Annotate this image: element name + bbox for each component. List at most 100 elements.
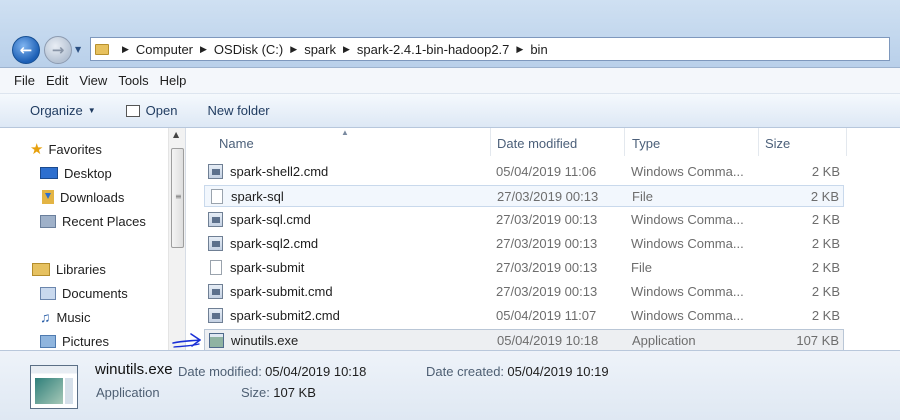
open-label: Open xyxy=(145,103,178,118)
file-size: 2 KB xyxy=(811,260,840,275)
command-bar: Organize ▼ Open New folder xyxy=(0,94,900,128)
details-value: 107 KB xyxy=(273,385,316,400)
address-toolbar: ← → ▼ ▶ Computer ▶ OSDisk (C:) ▶ spark ▶… xyxy=(0,0,900,68)
file-type: Windows Comma... xyxy=(631,212,744,227)
file-size: 2 KB xyxy=(811,236,840,251)
nav-label: Recent Places xyxy=(62,213,146,229)
chevron-right-icon[interactable]: ▶ xyxy=(516,44,523,55)
file-list: ▲ Name Date modified Type Size spark-she… xyxy=(186,128,900,351)
file-size: 107 KB xyxy=(796,333,839,348)
cmd-file-icon xyxy=(208,164,223,179)
menu-tools[interactable]: Tools xyxy=(118,73,148,88)
file-row-selected[interactable]: winutils.exe 05/04/2019 10:18 Applicatio… xyxy=(204,329,844,351)
chevron-right-icon[interactable]: ▶ xyxy=(200,44,207,55)
organize-label: Organize xyxy=(30,103,83,118)
grip-icon: ≡ xyxy=(175,192,182,201)
cmd-file-icon xyxy=(208,308,223,323)
column-header-name[interactable]: Name xyxy=(219,136,254,151)
details-date-modified: Date modified: 05/04/2019 10:18 xyxy=(178,364,366,379)
back-button[interactable]: ← xyxy=(12,36,40,64)
file-size: 2 KB xyxy=(811,284,840,299)
file-type: Windows Comma... xyxy=(631,164,744,179)
details-size: Size: 107 KB xyxy=(241,385,316,400)
file-type: File xyxy=(631,260,652,275)
scroll-up-arrow-icon[interactable]: ▲ xyxy=(173,130,179,139)
menu-file[interactable]: File xyxy=(14,73,35,88)
file-row[interactable]: spark-shell2.cmd 05/04/2019 11:06 Window… xyxy=(204,161,844,183)
file-row[interactable]: spark-sql.cmd 27/03/2019 00:13 Windows C… xyxy=(204,209,844,231)
file-name: spark-submit xyxy=(230,260,305,275)
open-button[interactable]: Open xyxy=(125,103,178,118)
file-name: winutils.exe xyxy=(231,333,299,348)
column-divider[interactable] xyxy=(758,128,759,156)
pictures-icon xyxy=(40,334,56,348)
column-header-type[interactable]: Type xyxy=(632,136,660,151)
navigation-scrollbar[interactable]: ▲ ≡ xyxy=(168,128,185,350)
nav-recent-places[interactable]: Recent Places xyxy=(40,210,146,232)
file-date: 05/04/2019 11:07 xyxy=(496,308,597,323)
details-label: Size: xyxy=(241,385,270,400)
chevron-right-icon[interactable]: ▶ xyxy=(122,44,129,55)
file-name: spark-sql xyxy=(231,189,284,204)
file-row[interactable]: spark-submit 27/03/2019 00:13 File 2 KB xyxy=(204,257,844,279)
recent-places-icon xyxy=(40,214,56,228)
nav-libraries[interactable]: Libraries xyxy=(32,258,106,280)
file-type: Windows Comma... xyxy=(631,284,744,299)
recent-pages-button[interactable]: ▼ xyxy=(75,45,81,54)
file-row[interactable]: spark-submit2.cmd 05/04/2019 11:07 Windo… xyxy=(204,305,844,327)
nav-music[interactable]: ♫ Music xyxy=(40,306,90,328)
column-divider[interactable] xyxy=(846,128,847,156)
file-size: 2 KB xyxy=(811,308,840,323)
file-icon xyxy=(211,189,223,204)
new-folder-button[interactable]: New folder xyxy=(207,103,269,118)
nav-pictures[interactable]: Pictures xyxy=(40,330,109,352)
menu-edit[interactable]: Edit xyxy=(46,73,68,88)
file-row[interactable]: spark-sql 27/03/2019 00:13 File 2 KB xyxy=(204,185,844,207)
star-icon: ★ xyxy=(30,141,44,158)
breadcrumb-spark-dist[interactable]: spark-2.4.1-bin-hadoop2.7 xyxy=(357,42,510,57)
file-date: 27/03/2019 00:13 xyxy=(496,236,598,251)
cmd-file-icon xyxy=(208,236,223,251)
breadcrumb-spark[interactable]: spark xyxy=(304,42,336,57)
file-size: 2 KB xyxy=(811,164,840,179)
forward-button[interactable]: → xyxy=(44,36,72,64)
details-file-name: winutils.exe xyxy=(95,361,173,378)
column-divider[interactable] xyxy=(490,128,491,156)
file-type: Application xyxy=(632,333,696,348)
cmd-file-icon xyxy=(208,284,223,299)
file-date: 27/03/2019 00:13 xyxy=(496,212,598,227)
nav-downloads[interactable]: Downloads xyxy=(42,186,124,208)
column-header-date[interactable]: Date modified xyxy=(497,136,577,151)
folder-icon xyxy=(95,43,109,55)
nav-desktop[interactable]: Desktop xyxy=(40,162,112,184)
chevron-right-icon[interactable]: ▶ xyxy=(343,44,350,55)
nav-label: Downloads xyxy=(60,189,125,205)
breadcrumb-bin[interactable]: bin xyxy=(530,42,547,57)
column-header-size[interactable]: Size xyxy=(765,136,790,151)
application-large-icon xyxy=(30,365,78,409)
breadcrumb-osdisk[interactable]: OSDisk (C:) xyxy=(214,42,283,57)
scrollbar-thumb[interactable]: ≡ xyxy=(171,148,184,248)
organize-button[interactable]: Organize ▼ xyxy=(30,103,96,118)
nav-label: Documents xyxy=(62,285,128,301)
chevron-right-icon[interactable]: ▶ xyxy=(290,44,297,55)
file-name: spark-shell2.cmd xyxy=(230,164,329,179)
nav-favorites[interactable]: ★ Favorites xyxy=(30,138,102,160)
column-divider[interactable] xyxy=(624,128,625,156)
details-pane: winutils.exe Application Date modified: … xyxy=(0,350,900,420)
file-row[interactable]: spark-sql2.cmd 27/03/2019 00:13 Windows … xyxy=(204,233,844,255)
desktop-icon xyxy=(40,167,58,179)
file-type: File xyxy=(632,189,653,204)
address-bar[interactable]: ▶ Computer ▶ OSDisk (C:) ▶ spark ▶ spark… xyxy=(90,37,890,61)
breadcrumb-computer[interactable]: Computer xyxy=(136,42,193,57)
music-icon: ♫ xyxy=(40,309,51,325)
file-row[interactable]: spark-submit.cmd 27/03/2019 00:13 Window… xyxy=(204,281,844,303)
file-type: Windows Comma... xyxy=(631,236,744,251)
menu-help[interactable]: Help xyxy=(160,73,187,88)
details-file-type: Application xyxy=(96,385,160,400)
nav-documents[interactable]: Documents xyxy=(40,282,128,304)
file-name: spark-sql2.cmd xyxy=(230,236,319,251)
annotation-arrow-icon xyxy=(172,333,201,348)
menu-view[interactable]: View xyxy=(79,73,107,88)
file-name: spark-submit.cmd xyxy=(230,284,333,299)
